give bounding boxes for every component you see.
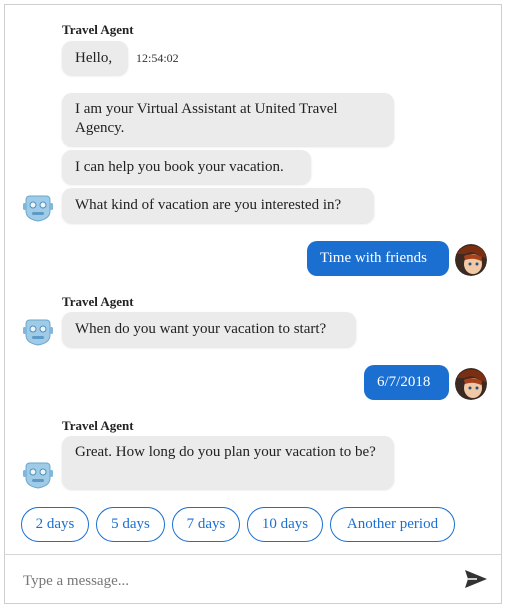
message-composer — [5, 554, 501, 603]
agent-message: I can help you book your vacation. — [62, 150, 311, 184]
user-avatar — [455, 368, 487, 400]
suggested-action-2-days[interactable]: 2 days — [21, 507, 89, 542]
chat-window: Travel Agent Hello, 12:54:02 I am your V… — [4, 4, 502, 604]
user-message: 6/7/2018 — [364, 365, 449, 400]
user-avatar — [455, 244, 487, 276]
agent-message: What kind of vacation are you interested… — [62, 188, 374, 223]
message-input[interactable] — [21, 568, 445, 594]
suggested-action-5-days[interactable]: 5 days — [96, 507, 165, 542]
author-name: Travel Agent — [62, 294, 134, 309]
author-name: Travel Agent — [62, 418, 134, 433]
suggested-action-another-period[interactable]: Another period — [330, 507, 455, 542]
suggested-action-10-days[interactable]: 10 days — [247, 507, 323, 542]
user-message: Time with friends — [307, 241, 449, 276]
agent-message: I am your Virtual Assistant at United Tr… — [62, 93, 394, 146]
message-timestamp: 12:54:02 — [136, 51, 179, 65]
robot-icon — [23, 195, 53, 222]
agent-message: Great. How long do you plan your vacatio… — [62, 436, 394, 489]
author-name: Travel Agent — [62, 22, 134, 37]
robot-icon — [23, 462, 53, 489]
robot-icon — [23, 319, 53, 346]
suggested-action-7-days[interactable]: 7 days — [172, 507, 240, 542]
agent-message: When do you want your vacation to start? — [62, 312, 356, 347]
agent-message: Hello, — [62, 41, 128, 75]
send-icon[interactable] — [463, 567, 489, 591]
